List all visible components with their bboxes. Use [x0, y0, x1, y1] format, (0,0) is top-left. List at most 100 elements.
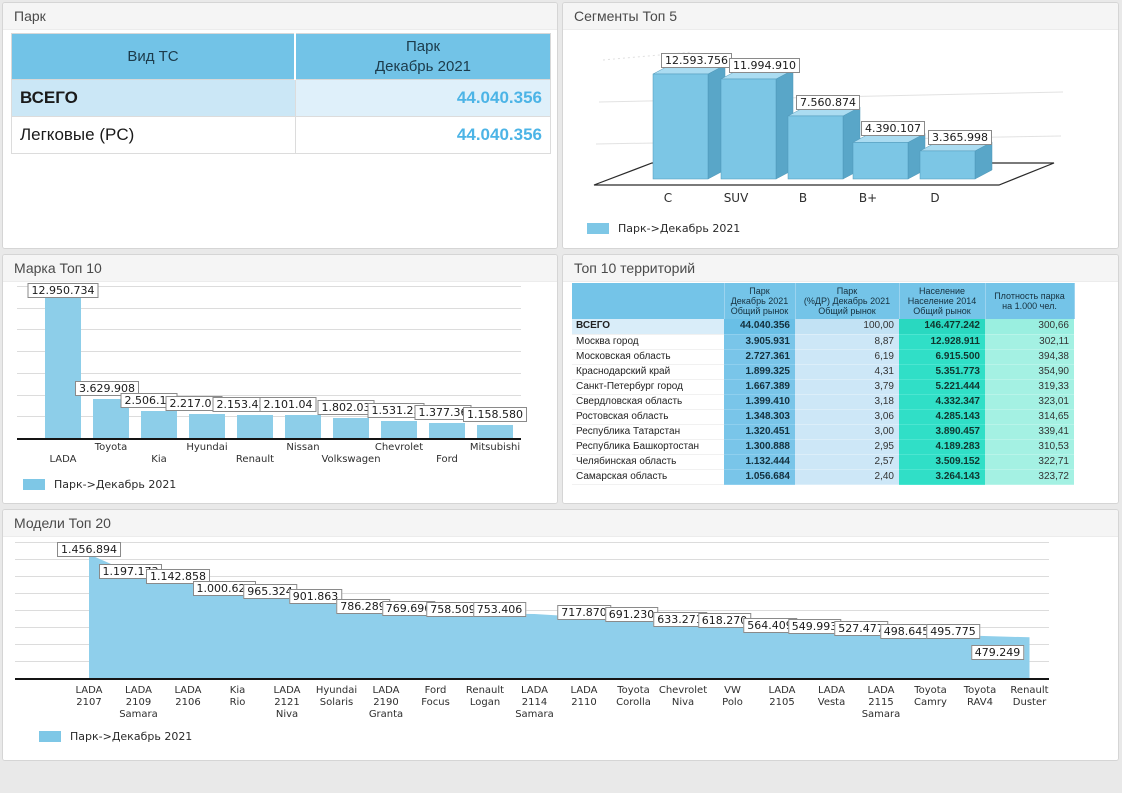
- density-cell: 354,90: [985, 364, 1074, 379]
- panel-park: Парк Вид ТС Парк Декабрь 2021 ВСЕГО44.04…: [2, 2, 558, 249]
- panel-title-territories: Топ 10 территорий: [563, 255, 1118, 282]
- panel-title-text: Марка Топ 10: [14, 260, 102, 276]
- share-cell: 3,18: [795, 394, 899, 409]
- density-cell: 323,72: [985, 469, 1074, 484]
- legend-swatch: [587, 223, 609, 234]
- segment-bar-B[interactable]: [788, 107, 860, 179]
- table-row[interactable]: Ростовская область1.348.3033,064.285.143…: [572, 409, 1074, 424]
- territory-cell: ВСЕГО: [572, 319, 724, 334]
- share-cell: 3,06: [795, 409, 899, 424]
- x-axis-label: RenaultDuster: [995, 685, 1065, 709]
- header-line: Общий рынок: [798, 306, 897, 316]
- header-line: Общий рынок: [727, 306, 793, 316]
- x-axis-label: Renault: [208, 454, 302, 466]
- density-cell: 319,33: [985, 379, 1074, 394]
- park-value-cell: 44.040.356: [295, 80, 550, 117]
- segments-legend: Парк->Декабрь 2021: [587, 222, 740, 235]
- x-axis-label: Mitsubishi: [448, 442, 542, 454]
- panel-title-park: Парк: [3, 3, 557, 30]
- segment-bar-B+[interactable]: [853, 133, 925, 179]
- bar-Mitsubishi[interactable]: [477, 425, 513, 438]
- value-label: 2.101.04: [260, 397, 317, 412]
- park-cell: 1.056.684: [724, 469, 795, 484]
- territory-cell: Республика Татарстан: [572, 424, 724, 439]
- table-row[interactable]: Свердловская область1.399.4103,184.332.3…: [572, 394, 1074, 409]
- population-cell: 4.189.283: [899, 439, 985, 454]
- segment-bar-SUV[interactable]: [721, 70, 793, 179]
- header-line: Парк: [727, 286, 793, 296]
- territory-cell: Московская область: [572, 349, 724, 364]
- bar-Nissan[interactable]: [285, 415, 321, 438]
- column-header-park-december: Парк Декабрь 2021: [295, 34, 550, 80]
- population-cell: 4.332.347: [899, 394, 985, 409]
- header-line: на 1.000 чел.: [988, 301, 1072, 311]
- vehicle-type-cell: ВСЕГО: [12, 80, 296, 117]
- x-axis: [17, 438, 521, 440]
- panel-title-segments: Сегменты Топ 5: [563, 3, 1118, 30]
- population-cell: 3.264.143: [899, 469, 985, 484]
- header-line: Население: [902, 286, 983, 296]
- bar-Ford[interactable]: [429, 423, 465, 438]
- x-axis-label-line: Granta: [351, 709, 421, 721]
- column-header-cell: НаселениеНаселение 2014Общий рынок: [899, 283, 985, 319]
- segment-bar-C[interactable]: [653, 65, 725, 179]
- bar-Renault[interactable]: [237, 415, 273, 438]
- value-label: 1.158.580: [463, 407, 527, 422]
- territories-table: ПаркДекабрь 2021Общий рынокПарк(%ДР) Дек…: [572, 283, 1075, 485]
- table-row[interactable]: Санкт-Петербург город1.667.3893,795.221.…: [572, 379, 1074, 394]
- table-row[interactable]: Краснодарский край1.899.3254,315.351.773…: [572, 364, 1074, 379]
- density-cell: 302,11: [985, 334, 1074, 349]
- table-row[interactable]: Легковые (PC)44.040.356: [12, 117, 551, 154]
- legend-label: Парк->Декабрь 2021: [54, 478, 176, 491]
- x-axis-label: Volkswagen: [304, 454, 398, 466]
- park-cell: 1.899.325: [724, 364, 795, 379]
- x-axis-label: Hyundai: [160, 442, 254, 454]
- table-row[interactable]: Москва город3.905.9318,8712.928.911302,1…: [572, 334, 1074, 349]
- table-row[interactable]: Московская область2.727.3616,196.915.500…: [572, 349, 1074, 364]
- park-cell: 1.399.410: [724, 394, 795, 409]
- panel-title-text: Модели Топ 20: [14, 515, 111, 531]
- value-label: 498.645: [880, 624, 934, 639]
- table-row[interactable]: Республика Башкортостан1.300.8882,954.18…: [572, 439, 1074, 454]
- table-row[interactable]: Самарская область1.056.6842,403.264.1433…: [572, 469, 1074, 484]
- panel-title-text: Парк: [14, 8, 46, 24]
- value-label: 691.230: [605, 607, 659, 622]
- density-cell: 339,41: [985, 424, 1074, 439]
- x-axis: [15, 678, 1049, 680]
- table-row[interactable]: Республика Татарстан1.320.4513,003.890.4…: [572, 424, 1074, 439]
- gridline: [17, 308, 521, 309]
- table-row[interactable]: ВСЕГО44.040.356100,00146.477.242300,66: [572, 319, 1074, 334]
- x-axis-label-line: Duster: [995, 697, 1065, 709]
- bar-LADA[interactable]: [45, 297, 81, 438]
- value-label: 495.775: [926, 624, 980, 639]
- population-cell: 5.351.773: [899, 364, 985, 379]
- bar-Chevrolet[interactable]: [381, 421, 417, 438]
- x-axis-label: Chevrolet: [352, 442, 446, 454]
- gridline: [17, 373, 521, 374]
- population-cell: 3.890.457: [899, 424, 985, 439]
- park-cell: 1.132.444: [724, 454, 795, 469]
- value-label: 1.456.894: [57, 542, 121, 557]
- bar-Kia[interactable]: [141, 411, 177, 438]
- table-row[interactable]: Челябинская область1.132.4442,573.509.15…: [572, 454, 1074, 469]
- bar-Volkswagen[interactable]: [333, 418, 369, 438]
- territory-cell: Краснодарский край: [572, 364, 724, 379]
- x-axis-label-line: Renault: [995, 685, 1065, 697]
- population-cell: 12.928.911: [899, 334, 985, 349]
- header-line: Население 2014: [902, 296, 983, 306]
- value-label: 753.406: [473, 602, 527, 617]
- density-cell: 310,53: [985, 439, 1074, 454]
- territory-cell: Москва город: [572, 334, 724, 349]
- share-cell: 2,57: [795, 454, 899, 469]
- bar-Hyundai[interactable]: [189, 414, 225, 438]
- column-header-cell: Плотность паркана 1.000 чел.: [985, 283, 1074, 319]
- segment-bar-D[interactable]: [920, 142, 992, 179]
- table-row[interactable]: ВСЕГО44.040.356: [12, 80, 551, 117]
- density-cell: 323,01: [985, 394, 1074, 409]
- population-cell: 5.221.444: [899, 379, 985, 394]
- corner-header-cell: [572, 283, 724, 319]
- x-axis-label: D: [905, 192, 965, 204]
- panel-models-top20: Модели Топ 20 1.456.894LADA21071.197.173…: [2, 509, 1119, 761]
- park-cell: 1.320.451: [724, 424, 795, 439]
- value-label: 479.249: [971, 645, 1025, 660]
